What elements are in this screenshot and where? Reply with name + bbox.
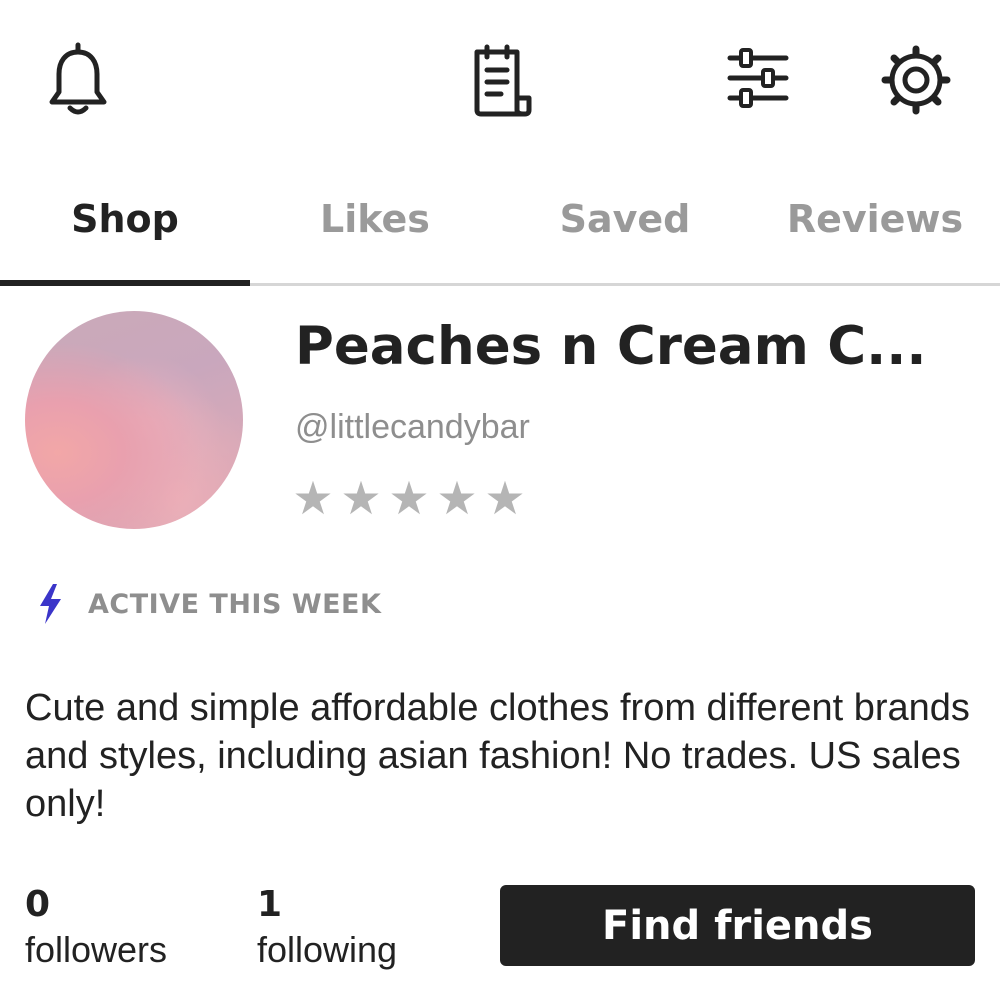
tab-likes[interactable]: Likes [250,170,500,283]
bell-icon [49,42,107,115]
activity-status-label: ACTIVE THIS WEEK [88,588,382,620]
username-handle: @littlecandybar [295,408,530,446]
followers-label: followers [25,929,168,970]
tab-shop[interactable]: Shop [0,170,250,286]
notifications-button[interactable] [40,40,116,120]
star-icon: ★ [436,471,478,525]
tab-reviews-label: Reviews [786,196,964,241]
filters-button[interactable] [722,40,794,116]
followers-stat[interactable]: 0 followers [25,883,167,973]
star-icon: ★ [340,471,382,525]
followers-count: 0 [25,884,51,925]
rating-stars: ★ ★ ★ ★ ★ [290,470,528,526]
star-icon: ★ [388,471,430,525]
profile-tabs: Shop Likes Saved Reviews [0,170,1000,286]
activity-status: ACTIVE THIS WEEK [36,583,381,625]
sliders-icon [727,48,789,108]
clipboard-icon [474,44,532,117]
orders-button[interactable] [462,40,538,120]
settings-button[interactable] [876,40,956,120]
profile-page: Shop Likes Saved Reviews Peaches n Cream… [0,0,1000,1000]
tab-shop-label: Shop [71,196,179,241]
star-icon: ★ [484,471,526,525]
star-icon: ★ [292,471,334,525]
gear-icon [881,45,951,115]
following-stat[interactable]: 1 following [257,883,397,973]
following-label: following [257,929,398,970]
tab-saved[interactable]: Saved [500,170,750,283]
shop-name: Peaches n Cream C... [295,316,927,377]
find-friends-button[interactable]: Find friends [500,885,975,966]
avatar[interactable] [25,311,243,529]
tab-reviews[interactable]: Reviews [750,170,1000,283]
tab-likes-label: Likes [320,196,430,241]
lightning-bolt-icon [40,584,61,624]
shop-bio: Cute and simple affordable clothes from … [25,687,970,825]
tab-saved-label: Saved [559,196,691,241]
following-count: 1 [257,884,283,925]
